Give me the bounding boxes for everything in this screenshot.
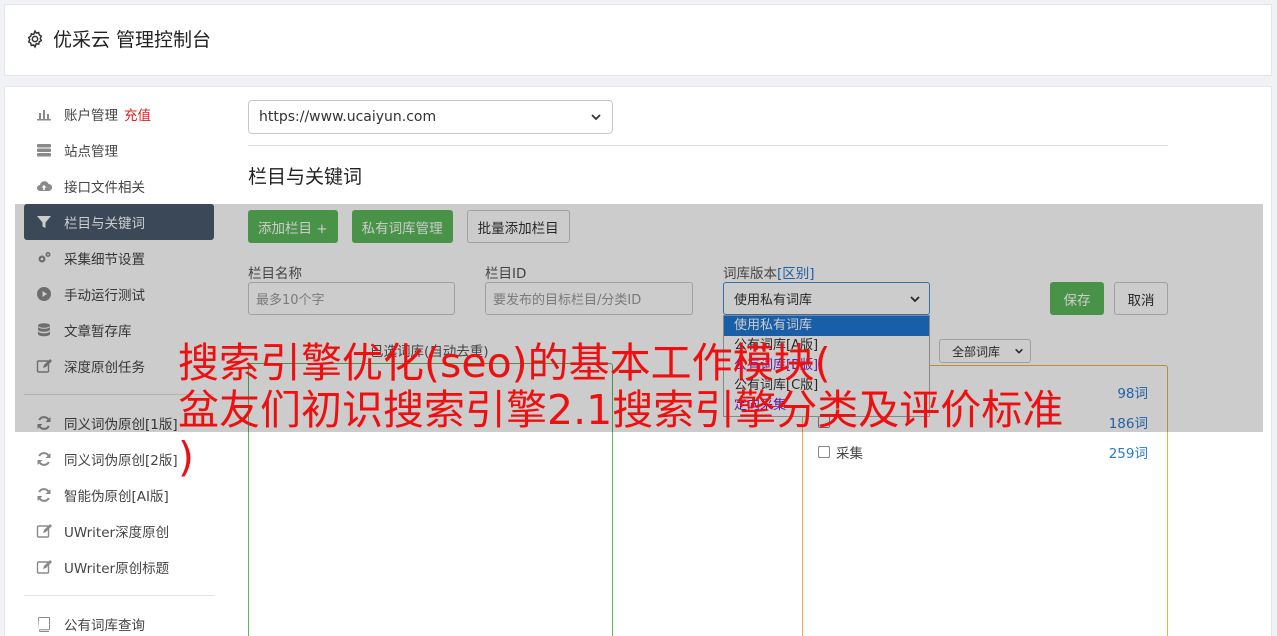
column-name-label: 栏目名称 xyxy=(248,266,302,282)
sidebar-item-uwriter-deep[interactable]: UWriter深度原创 xyxy=(24,513,214,549)
app-title: 优采云 管理控制台 xyxy=(25,25,211,52)
play-circle-icon xyxy=(37,287,51,301)
cloud-upload-icon xyxy=(37,181,52,192)
sidebar-item-label: 接口文件相关 xyxy=(64,180,145,196)
sidebar-item-uwriter-title[interactable]: UWriter原创标题 xyxy=(24,549,214,585)
sidebar-item-manual-run[interactable]: 手动运行测试 xyxy=(24,276,214,312)
sidebar-item-label: 账户管理 xyxy=(64,108,118,124)
add-column-button[interactable]: 添加栏目 + xyxy=(248,210,338,243)
sidebar-item-label: 智能伪原创[AI版] xyxy=(64,489,169,505)
lib-version-label-text: 词库版本 xyxy=(723,266,777,282)
top-bar: 优采云 管理控制台 xyxy=(4,4,1272,76)
gear-icon xyxy=(27,28,43,49)
main-panel: https://www.ucaiyun.com 栏目与关键词 添加栏目 + 私有… xyxy=(248,100,1168,315)
refresh-icon xyxy=(37,452,51,466)
difference-link[interactable]: [区别] xyxy=(777,266,815,282)
watermark-line: 搜索引擎优化(seo)的基本工作模块( xyxy=(178,339,831,387)
sidebar-item-label: 深度原创任务 xyxy=(64,360,145,376)
sidebar-item-label: 文章暂存库 xyxy=(64,324,132,340)
sidebar-item-account[interactable]: 账户管理 充值 xyxy=(24,96,214,132)
dropdown-option[interactable]: 使用私有词库 xyxy=(724,316,929,336)
action-buttons: 添加栏目 + 私有词库管理 批量添加栏目 xyxy=(248,210,570,243)
site-select[interactable]: https://www.ucaiyun.com xyxy=(248,100,613,134)
sidebar-item-label: 手动运行测试 xyxy=(64,288,145,304)
watermark-line: ) xyxy=(178,433,194,481)
edit-icon xyxy=(36,359,52,373)
sidebar-item-label: 栏目与关键词 xyxy=(64,216,145,232)
sidebar-item-columns-keywords[interactable]: 栏目与关键词 xyxy=(24,204,214,240)
edit-icon xyxy=(36,524,52,538)
sidebar-item-label: UWriter深度原创 xyxy=(64,525,170,541)
watermark-text: 搜索引擎优化(seo)的基本工作模块( 盆友们初识搜索引擎2.1搜索引擎分类及评… xyxy=(178,340,1063,481)
cancel-button[interactable]: 取消 xyxy=(1114,282,1168,315)
gears-icon xyxy=(38,252,51,263)
sidebar-item-label: 公有词库查询 xyxy=(64,618,145,634)
filter-icon xyxy=(37,216,51,228)
sidebar-item-public-lib-query[interactable]: 公有词库查询 xyxy=(24,606,214,636)
sidebar-divider xyxy=(24,595,214,596)
sidebar-item-label: 站点管理 xyxy=(64,144,118,160)
sidebar-item-collect-settings[interactable]: 采集细节设置 xyxy=(24,240,214,276)
column-id-label: 栏目ID xyxy=(485,266,527,282)
sidebar-item-interface-files[interactable]: 接口文件相关 xyxy=(24,168,214,204)
sidebar-item-label: 同义词伪原创[1版] xyxy=(64,417,178,433)
chevron-down-icon xyxy=(910,295,920,302)
lib-version-value: 使用私有词库 xyxy=(734,293,813,308)
divider xyxy=(248,145,1168,146)
lib-version-select[interactable]: 使用私有词库 xyxy=(723,282,930,315)
app-title-text: 优采云 管理控制台 xyxy=(53,29,212,51)
server-icon xyxy=(37,144,51,157)
watermark-line: 盆友们初识搜索引擎2.1搜索引擎分类及评价标准 xyxy=(178,386,1064,434)
sidebar-item-label: 同义词伪原创[2版] xyxy=(64,453,178,469)
save-button[interactable]: 保存 xyxy=(1050,282,1104,315)
sidebar-item-label: 采集细节设置 xyxy=(64,252,145,268)
section-title: 栏目与关键词 xyxy=(248,166,363,188)
book-icon xyxy=(38,617,50,632)
lib-count: 259词 xyxy=(1108,446,1148,462)
private-lib-button[interactable]: 私有词库管理 xyxy=(351,210,453,243)
batch-add-button[interactable]: 批量添加栏目 xyxy=(466,210,570,243)
bar-chart-icon xyxy=(37,110,51,121)
refresh-icon xyxy=(37,488,51,502)
sidebar-item-label: UWriter原创标题 xyxy=(64,561,170,577)
chevron-down-icon xyxy=(591,114,601,121)
column-name-input[interactable]: 最多10个字 xyxy=(248,282,455,315)
lib-count: 98词 xyxy=(1117,386,1148,402)
recharge-link[interactable]: 充值 xyxy=(124,104,151,124)
site-select-value: https://www.ucaiyun.com xyxy=(259,109,437,125)
database-icon xyxy=(38,323,50,337)
sidebar-item-sites[interactable]: 站点管理 xyxy=(24,132,214,168)
edit-icon xyxy=(36,560,52,574)
sidebar-item-ai-rewrite[interactable]: 智能伪原创[AI版] xyxy=(24,477,214,513)
refresh-icon xyxy=(37,416,51,430)
lib-version-label: 词库版本[区别] xyxy=(723,262,815,282)
lib-count: 186词 xyxy=(1108,416,1148,432)
column-id-input[interactable]: 要发布的目标栏目/分类ID xyxy=(485,282,693,315)
